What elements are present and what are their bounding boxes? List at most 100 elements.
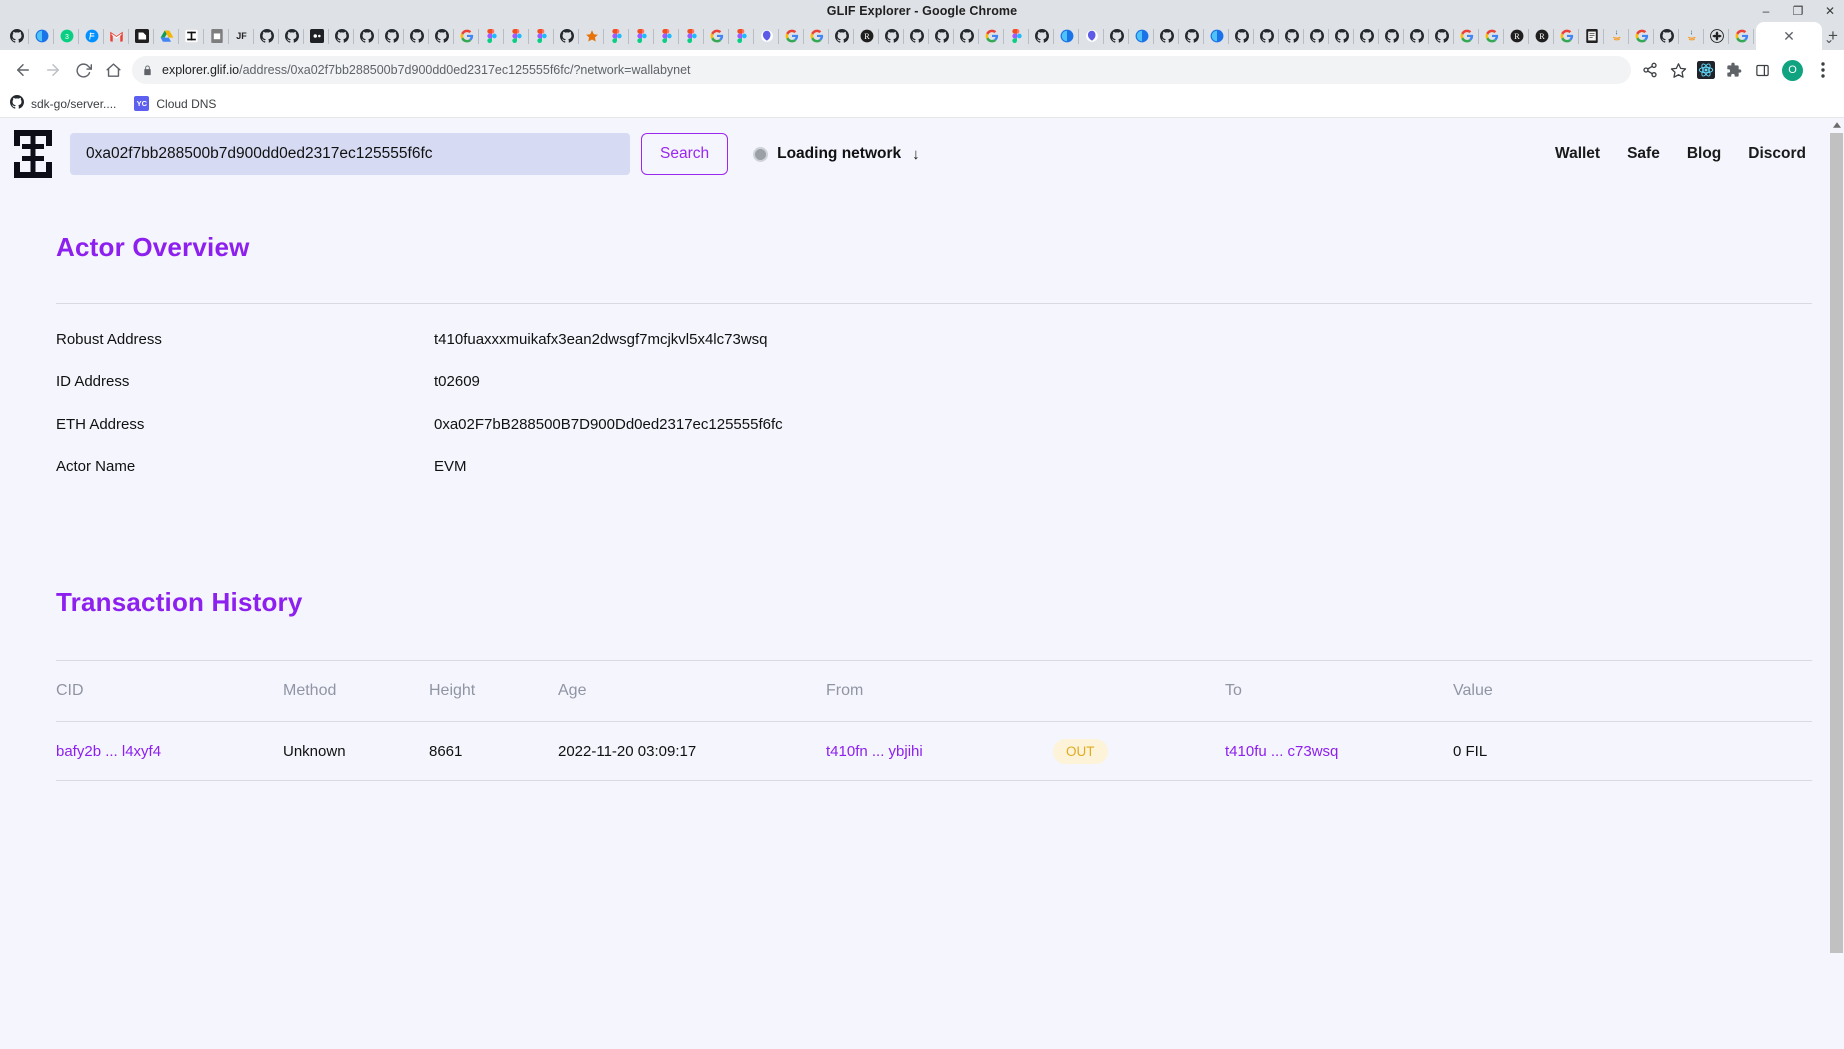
background-tab-49[interactable] (1229, 22, 1254, 50)
nav-link-safe[interactable]: Safe (1627, 145, 1660, 163)
bookmark-star-icon[interactable] (1665, 57, 1691, 83)
close-tab-icon[interactable]: ✕ (1783, 29, 1795, 43)
background-tab-44[interactable] (1104, 22, 1129, 50)
background-tab-25[interactable] (629, 22, 654, 50)
share-icon[interactable] (1637, 57, 1663, 83)
background-tab-51[interactable] (1279, 22, 1304, 50)
background-tab-20[interactable] (504, 22, 529, 50)
background-tab-21[interactable] (529, 22, 554, 50)
background-tab-65[interactable] (1629, 22, 1654, 50)
background-tab-11[interactable] (279, 22, 304, 50)
maximize-button[interactable]: ❐ (1790, 4, 1806, 18)
chrome-menu-icon[interactable] (1810, 57, 1836, 83)
bookmark-sdk-go[interactable]: sdk-go/server.... (10, 95, 116, 112)
scrollbar-thumb[interactable] (1830, 133, 1843, 953)
background-tab-17[interactable] (429, 22, 454, 50)
background-tab-32[interactable] (804, 22, 829, 50)
background-tab-9[interactable]: JF (229, 22, 254, 50)
background-tab-62[interactable] (1554, 22, 1579, 50)
background-tab-15[interactable] (379, 22, 404, 50)
background-tab-58[interactable] (1454, 22, 1479, 50)
background-tab-23[interactable] (579, 22, 604, 50)
search-button[interactable]: Search (641, 133, 729, 175)
from-address-link[interactable]: t410fn ... ybjihi (826, 743, 923, 760)
background-tab-8[interactable] (204, 22, 229, 50)
background-tab-2[interactable]: 3 (54, 22, 79, 50)
background-tab-59[interactable] (1479, 22, 1504, 50)
background-tab-24[interactable] (604, 22, 629, 50)
background-tab-29[interactable] (729, 22, 754, 50)
background-tab-12[interactable] (304, 22, 329, 50)
background-tab-26[interactable] (654, 22, 679, 50)
background-tab-6[interactable] (154, 22, 179, 50)
active-tab[interactable]: ✕ (1756, 22, 1822, 50)
table-row[interactable]: bafy2b ... l4xyf4 Unknown 8661 2022-11-2… (56, 722, 1812, 780)
background-tab-4[interactable] (104, 22, 129, 50)
background-tab-66[interactable] (1654, 22, 1679, 50)
tab-list-chevron-down-icon[interactable]: ⌄ (1824, 32, 1834, 46)
background-tab-45[interactable] (1129, 22, 1154, 50)
background-tab-27[interactable] (679, 22, 704, 50)
nav-link-wallet[interactable]: Wallet (1555, 145, 1600, 163)
glif-logo[interactable] (12, 129, 54, 179)
background-tab-7[interactable] (179, 22, 204, 50)
network-status[interactable]: Loading network ↓ (753, 145, 920, 163)
background-tab-28[interactable] (704, 22, 729, 50)
background-tab-35[interactable] (879, 22, 904, 50)
background-tab-57[interactable] (1429, 22, 1454, 50)
extensions-puzzle-icon[interactable] (1721, 57, 1747, 83)
background-tab-16[interactable] (404, 22, 429, 50)
background-tab-33[interactable] (829, 22, 854, 50)
background-tab-30[interactable] (754, 22, 779, 50)
background-tab-40[interactable] (1004, 22, 1029, 50)
background-tab-19[interactable] (479, 22, 504, 50)
background-tab-63[interactable] (1579, 22, 1604, 50)
background-tab-50[interactable] (1254, 22, 1279, 50)
back-arrow-icon[interactable] (8, 55, 38, 85)
background-tab-67[interactable] (1679, 22, 1704, 50)
background-tab-39[interactable] (979, 22, 1004, 50)
address-bar[interactable]: explorer.glif.io/address/0xa02f7bb288500… (132, 56, 1631, 84)
background-tab-64[interactable] (1604, 22, 1629, 50)
reload-icon[interactable] (68, 55, 98, 85)
minimize-button[interactable]: – (1758, 4, 1774, 18)
background-tab-13[interactable] (329, 22, 354, 50)
background-tab-55[interactable] (1379, 22, 1404, 50)
background-tab-54[interactable] (1354, 22, 1379, 50)
background-tab-18[interactable] (454, 22, 479, 50)
background-tab-34[interactable]: R (854, 22, 879, 50)
side-panel-icon[interactable] (1749, 57, 1775, 83)
nav-link-discord[interactable]: Discord (1748, 145, 1806, 163)
background-tab-3[interactable] (79, 22, 104, 50)
to-address-link[interactable]: t410fu ... c73wsq (1225, 743, 1338, 760)
background-tab-5[interactable] (129, 22, 154, 50)
background-tab-56[interactable] (1404, 22, 1429, 50)
background-tab-1[interactable] (29, 22, 54, 50)
background-tab-46[interactable] (1154, 22, 1179, 50)
home-icon[interactable] (98, 55, 128, 85)
background-tab-36[interactable] (904, 22, 929, 50)
cid-link[interactable]: bafy2b ... l4xyf4 (56, 743, 161, 760)
background-tab-47[interactable] (1179, 22, 1204, 50)
search-input[interactable] (70, 133, 630, 175)
background-tabs[interactable]: 3 JF R R R (4, 22, 1754, 50)
close-window-button[interactable]: ✕ (1822, 4, 1838, 18)
background-tab-53[interactable] (1329, 22, 1354, 50)
background-tab-69[interactable] (1729, 22, 1754, 50)
background-tab-42[interactable] (1054, 22, 1079, 50)
background-tab-61[interactable]: R (1529, 22, 1554, 50)
background-tab-52[interactable] (1304, 22, 1329, 50)
background-tab-48[interactable] (1204, 22, 1229, 50)
react-devtools-extension-icon[interactable] (1693, 57, 1719, 83)
forward-arrow-icon[interactable] (38, 55, 68, 85)
background-tab-41[interactable] (1029, 22, 1054, 50)
background-tab-43[interactable] (1079, 22, 1104, 50)
background-tab-10[interactable] (254, 22, 279, 50)
background-tab-14[interactable] (354, 22, 379, 50)
background-tab-22[interactable] (554, 22, 579, 50)
background-tab-38[interactable] (954, 22, 979, 50)
background-tab-68[interactable] (1704, 22, 1729, 50)
nav-link-blog[interactable]: Blog (1687, 145, 1721, 163)
background-tab-60[interactable]: R (1504, 22, 1529, 50)
bookmark-cloud-dns[interactable]: YC Cloud DNS (134, 96, 216, 111)
